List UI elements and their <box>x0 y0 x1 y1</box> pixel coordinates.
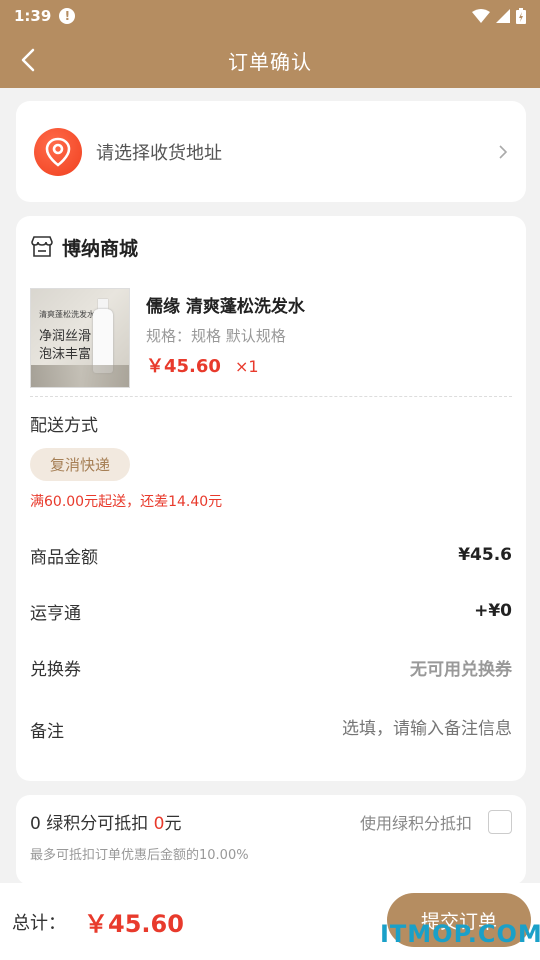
product-info: 儒缘 清爽蓬松洗发水 规格：规格 默认规格 ￥45.60 ×1 <box>146 288 305 384</box>
status-time: 1:39 <box>14 7 52 25</box>
status-icons <box>472 8 526 24</box>
shop-name: 博纳商城 <box>62 237 139 260</box>
goods-amount-label: 商品金额 <box>30 547 98 568</box>
divider <box>30 396 512 397</box>
use-points-checkbox[interactable] <box>488 809 512 834</box>
delivery-option-button[interactable]: 复消快递 <box>30 448 131 481</box>
page-title: 订单确认 <box>228 49 312 74</box>
coupon-value: 无可用兑换券 <box>410 659 512 680</box>
delivery-label: 配送方式 <box>30 416 98 436</box>
total-value: ￥45.60 <box>84 910 184 938</box>
product-image-text: 清爽蓬松洗发水 <box>39 310 95 319</box>
header-bar: 订单确认 <box>0 32 540 88</box>
shop-order-card: 博纳商城 清爽蓬松洗发水 净润丝滑 泡沫丰富 儒缘 清爽蓬松洗发水 规格：规格 … <box>16 216 526 781</box>
remark-row: 备注 <box>30 695 512 763</box>
product-image-text: 净润丝滑 <box>39 329 92 344</box>
goods-amount-value: ¥45.6 <box>458 545 512 565</box>
min-order-notice: 满60.00元起送，还差14.40元 <box>30 494 223 510</box>
coupon-label: 兑换券 <box>30 659 81 680</box>
remark-input[interactable] <box>252 719 512 739</box>
points-label: 0 绿积分可抵扣 0元 <box>30 809 181 834</box>
product-name: 儒缘 清爽蓬松洗发水 <box>146 297 305 317</box>
shop-header: 博纳商城 <box>30 216 512 278</box>
product-item: 清爽蓬松洗发水 净润丝滑 泡沫丰富 儒缘 清爽蓬松洗发水 规格：规格 默认规格 … <box>30 278 512 388</box>
points-note: 最多可抵扣订单优惠后金额的10.00% <box>30 848 249 863</box>
status-bar: 1:39 ! <box>0 0 540 32</box>
bottle <box>93 309 113 373</box>
wifi-icon <box>472 9 490 23</box>
yunheng-value: +¥0 <box>474 601 512 621</box>
product-quantity: ×1 <box>234 357 259 376</box>
remark-label: 备注 <box>30 721 64 742</box>
address-selector[interactable]: 请选择收货地址 <box>16 101 526 202</box>
back-arrow-icon <box>21 48 35 72</box>
product-spec: 规格：规格 默认规格 <box>146 327 286 345</box>
address-placeholder: 请选择收货地址 <box>96 142 222 164</box>
watermark: ITMOP.COM <box>380 920 540 948</box>
points-amount: 0 <box>153 814 165 834</box>
battery-icon <box>516 8 526 24</box>
use-points-label: 使用绿积分抵扣 <box>359 813 472 833</box>
product-image: 清爽蓬松洗发水 净润丝滑 泡沫丰富 <box>30 288 130 388</box>
coupon-row[interactable]: 兑换券 无可用兑换券 <box>30 639 512 695</box>
yunheng-label: 运亨通 <box>30 603 81 624</box>
location-pin-icon <box>34 127 82 176</box>
product-image-text: 泡沫丰富 <box>39 347 92 362</box>
back-button[interactable] <box>14 46 42 74</box>
product-price: ￥45.60 <box>146 356 221 377</box>
yunheng-row: 运亨通 +¥0 <box>30 583 512 639</box>
store-icon <box>31 236 53 257</box>
goods-amount-row: 商品金额 ¥45.6 <box>30 527 512 583</box>
signal-icon <box>496 9 510 23</box>
alert-icon: ! <box>59 8 76 24</box>
points-suffix: 元 <box>164 814 182 834</box>
total-label: 总计： <box>12 912 66 934</box>
points-prefix: 0 绿积分可抵扣 <box>30 814 154 834</box>
points-card: 0 绿积分可抵扣 0元 使用绿积分抵扣 最多可抵扣订单优惠后金额的10.00% <box>16 795 526 885</box>
chevron-right-icon <box>499 144 508 159</box>
rock-base <box>31 365 129 387</box>
